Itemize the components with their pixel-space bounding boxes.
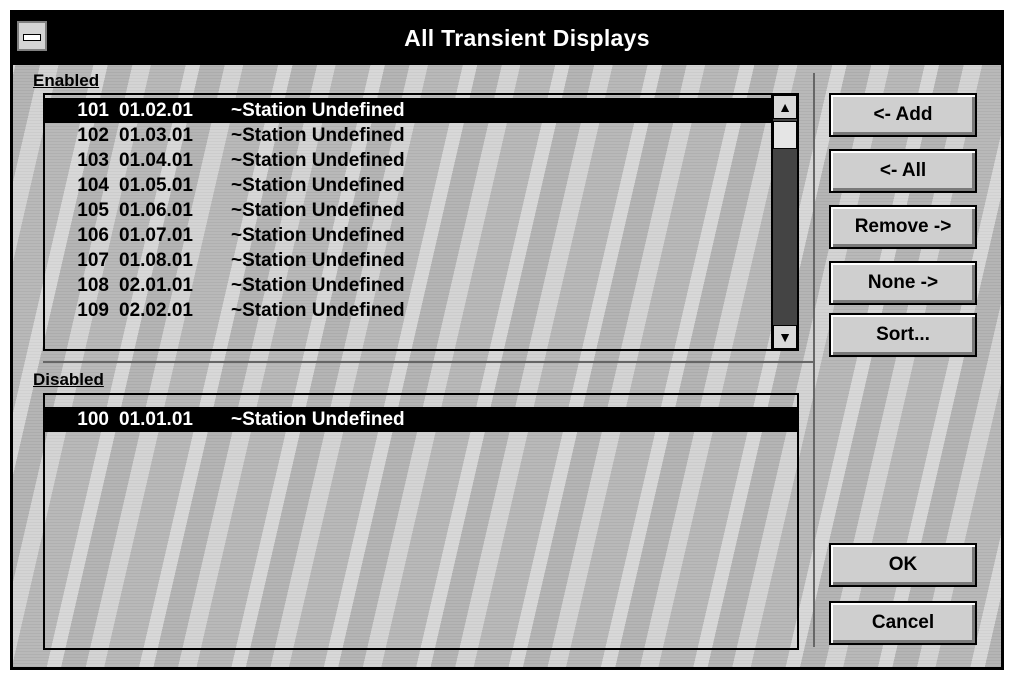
- item-number: 107: [77, 250, 109, 271]
- remove-button[interactable]: Remove ->: [829, 205, 977, 249]
- enabled-scrollbar[interactable]: ▲ ▼: [771, 95, 797, 349]
- enabled-label-text: Enabled: [33, 71, 100, 90]
- item-name: ~Station Undefined: [231, 150, 405, 171]
- item-code: 01.04.01: [119, 150, 193, 171]
- disabled-label: Disabled: [33, 370, 104, 390]
- sort-button[interactable]: Sort...: [829, 313, 977, 357]
- title-bar[interactable]: All Transient Displays: [13, 13, 1001, 65]
- disabled-listbox[interactable]: 100 01.01.01 ~Station Undefined: [43, 393, 799, 650]
- list-item[interactable]: 109 02.02.01 ~Station Undefined: [45, 298, 797, 323]
- list-item[interactable]: 106 01.07.01 ~Station Undefined: [45, 223, 797, 248]
- item-name: ~Station Undefined: [231, 175, 405, 196]
- enabled-listbox[interactable]: 101 01.02.01 ~Station Undefined 102 01.03.01…: [43, 93, 799, 351]
- panel-divider: [813, 73, 815, 647]
- item-code: 02.02.01: [119, 300, 193, 321]
- item-code: 02.01.01: [119, 275, 193, 296]
- item-number: 106: [77, 225, 109, 246]
- item-name: ~Station Undefined: [231, 409, 405, 430]
- item-number: 102: [77, 125, 109, 146]
- item-name: ~Station Undefined: [231, 275, 405, 296]
- list-item[interactable]: 107 01.08.01 ~Station Undefined: [45, 248, 797, 273]
- item-name: ~Station Undefined: [231, 200, 405, 221]
- enabled-list-rows: 101 01.02.01 ~Station Undefined 102 01.03.01…: [45, 95, 797, 323]
- item-name: ~Station Undefined: [231, 300, 405, 321]
- item-number: 108: [77, 275, 109, 296]
- item-number: 104: [77, 175, 109, 196]
- item-code: 01.03.01: [119, 125, 193, 146]
- item-number: 100: [77, 409, 109, 430]
- down-arrow-icon[interactable]: ▼: [773, 325, 797, 349]
- disabled-list-rows: 100 01.01.01 ~Station Undefined: [45, 395, 797, 432]
- cancel-button[interactable]: Cancel: [829, 601, 977, 645]
- item-code: 01.06.01: [119, 200, 193, 221]
- add-all-button[interactable]: <- All: [829, 149, 977, 193]
- scroll-thumb[interactable]: [773, 121, 797, 149]
- list-item[interactable]: 100 01.01.01 ~Station Undefined: [45, 407, 797, 432]
- list-item[interactable]: 101 01.02.01 ~Station Undefined: [45, 98, 797, 123]
- item-code: 01.02.01: [119, 100, 193, 121]
- window-title: All Transient Displays: [404, 25, 650, 51]
- up-arrow-icon[interactable]: ▲: [773, 95, 797, 119]
- dialog-window: All Transient Displays Enabled 101 01.02.…: [10, 10, 1004, 670]
- add-button[interactable]: <- Add: [829, 93, 977, 137]
- item-name: ~Station Undefined: [231, 225, 405, 246]
- list-item[interactable]: 105 01.06.01 ~Station Undefined: [45, 198, 797, 223]
- none-button[interactable]: None ->: [829, 261, 977, 305]
- item-number: 105: [77, 200, 109, 221]
- item-name: ~Station Undefined: [231, 125, 405, 146]
- ok-button[interactable]: OK: [829, 543, 977, 587]
- item-name: ~Station Undefined: [231, 250, 405, 271]
- item-number: 103: [77, 150, 109, 171]
- item-code: 01.05.01: [119, 175, 193, 196]
- list-item[interactable]: 102 01.03.01 ~Station Undefined: [45, 123, 797, 148]
- item-number: 109: [77, 300, 109, 321]
- disabled-label-text: Disabled: [33, 370, 104, 389]
- system-menu-icon[interactable]: [17, 21, 47, 51]
- item-number: 101: [77, 100, 109, 121]
- item-code: 01.08.01: [119, 250, 193, 271]
- list-item[interactable]: 104 01.05.01 ~Station Undefined: [45, 173, 797, 198]
- enabled-label: Enabled: [33, 71, 99, 91]
- item-name: ~Station Undefined: [231, 100, 405, 121]
- list-item[interactable]: 108 02.01.01 ~Station Undefined: [45, 273, 797, 298]
- list-item[interactable]: 103 01.04.01 ~Station Undefined: [45, 148, 797, 173]
- group-divider: [43, 361, 813, 363]
- item-code: 01.01.01: [119, 409, 193, 430]
- item-code: 01.07.01: [119, 225, 193, 246]
